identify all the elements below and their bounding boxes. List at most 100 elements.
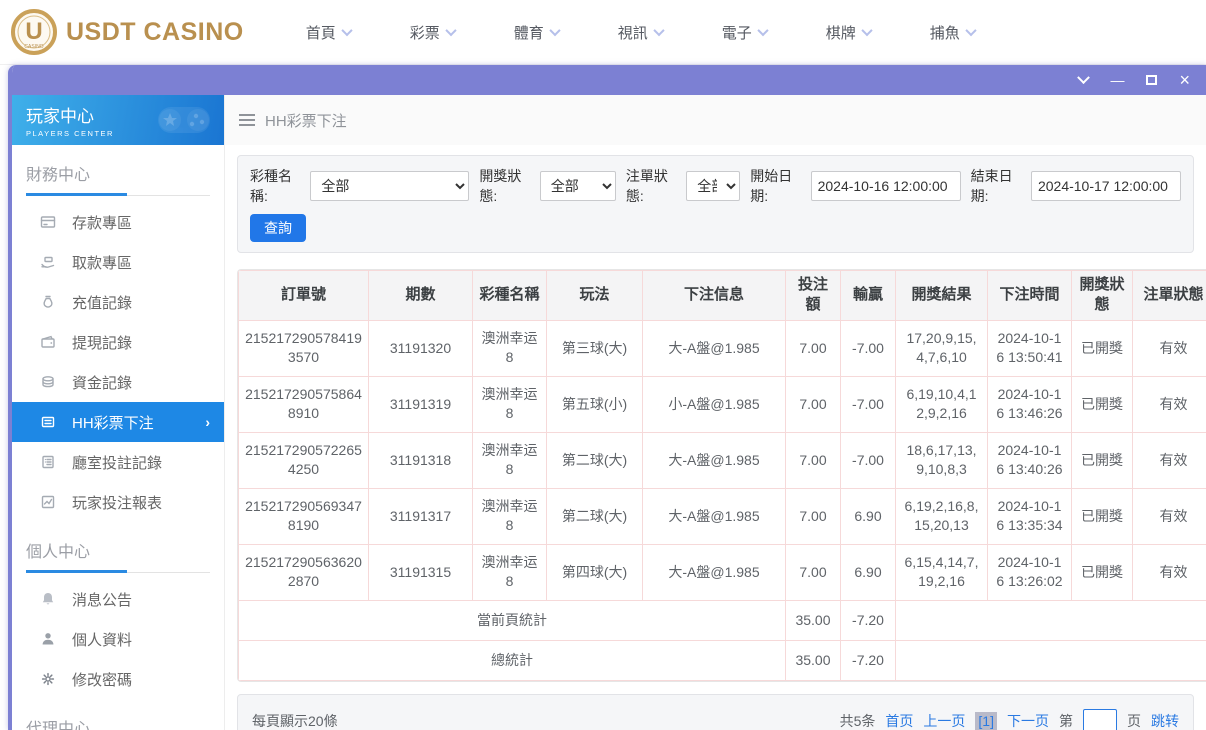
col-bet-time: 下注時間	[987, 270, 1072, 321]
nav-item-sports[interactable]: 體育	[514, 22, 618, 43]
report-chart-icon	[41, 495, 55, 509]
pagination: 共5条 首页 上一页 [1] 下一页 第 页 跳转	[840, 708, 1179, 730]
brand-name: USDT CASINO	[66, 17, 244, 46]
nav-item-home[interactable]: 首頁	[306, 22, 410, 43]
sidebar-item-player-bet-report[interactable]: 玩家投注報表	[12, 482, 224, 522]
nav-label: 棋牌	[825, 24, 856, 42]
chevron-down-icon	[965, 24, 977, 37]
nav-item-live[interactable]: 視訊	[618, 22, 722, 43]
col-winloss: 輸贏	[840, 270, 896, 321]
player-center-window: — × 玩家中心 PLAYERS CENTER 財務中心 存款專區 取款專區 充…	[8, 65, 1206, 730]
bets-table-container: 訂單號 期數 彩種名稱 玩法 下注信息 投注額 輸贏 開獎結果 下注時間 開獎狀…	[237, 269, 1206, 682]
col-draw-result: 開獎結果	[895, 270, 988, 321]
sidebar-item-hh-lottery-bets[interactable]: HH彩票下注 ›	[12, 402, 224, 442]
jump-button[interactable]: 跳转	[1151, 711, 1179, 730]
page-jump-input[interactable]	[1083, 708, 1117, 730]
casino-emblem-icon: U CASINO	[11, 9, 57, 55]
lottery-name-label: 彩種名稱:	[250, 168, 292, 204]
filter-panel: 彩種名稱: 全部 開獎狀態: 全部 注單狀態: 全部 開始日期: 2024-10…	[237, 155, 1194, 253]
sidebar-item-label: HH彩票下注	[72, 414, 154, 432]
chevron-down-icon	[757, 24, 769, 37]
nav-item-cards[interactable]: 棋牌	[826, 22, 930, 43]
sidebar-item-label: 廳室投註記錄	[72, 454, 163, 472]
col-issue: 期數	[368, 270, 473, 321]
start-date-label: 開始日期:	[750, 168, 793, 204]
page-content: 彩種名稱: 全部 開獎狀態: 全部 注單狀態: 全部 開始日期: 2024-10…	[225, 145, 1206, 730]
sidebar-item-label: 取款專區	[72, 254, 133, 272]
sidebar-item-recharge-records[interactable]: 充值記錄	[12, 282, 224, 322]
section-divider	[26, 193, 210, 196]
nav-label: 體育	[513, 24, 544, 42]
sidebar-item-fund-records[interactable]: 資金記錄	[12, 362, 224, 402]
sidebar: 玩家中心 PLAYERS CENTER 財務中心 存款專區 取款專區 充值記錄 …	[12, 95, 225, 730]
table-header-row: 訂單號 期數 彩種名稱 玩法 下注信息 投注額 輸贏 開獎結果 下注時間 開獎狀…	[238, 270, 1206, 321]
search-button[interactable]: 查詢	[250, 214, 306, 242]
gamepad-icon	[158, 107, 210, 133]
window-close-button[interactable]: ×	[1179, 71, 1190, 89]
start-date-input[interactable]	[810, 171, 961, 201]
jump-prefix-label: 第	[1059, 712, 1073, 729]
total-summary-winloss: -7.20	[840, 639, 896, 681]
sidebar-item-label: 消息公告	[72, 591, 133, 609]
sidebar-item-label: 玩家投注報表	[72, 494, 163, 512]
chevron-down-icon	[861, 24, 873, 37]
brand-logo[interactable]: U CASINO USDT CASINO	[10, 8, 244, 56]
hamburger-menu-icon[interactable]	[239, 114, 255, 126]
nav-label: 電子	[721, 24, 752, 42]
coins-icon	[42, 376, 54, 388]
order-status-select[interactable]: 全部	[686, 171, 741, 201]
per-page-label: 每頁顯示20條	[252, 712, 338, 729]
bell-icon	[42, 593, 54, 605]
sidebar-item-deposit[interactable]: 存款專區	[12, 202, 224, 242]
lottery-list-icon	[41, 416, 55, 428]
nav-label: 首頁	[305, 24, 336, 42]
first-page-link[interactable]: 首页	[885, 711, 913, 730]
nav-item-lottery[interactable]: 彩票	[410, 22, 514, 43]
end-date-input[interactable]	[1030, 171, 1181, 201]
window-titlebar: — ×	[12, 65, 1206, 95]
chevron-down-icon	[341, 24, 353, 37]
withdraw-hand-icon	[41, 256, 55, 268]
table-row: 2152172905784193570 31191320 澳洲幸运8 第三球(大…	[238, 319, 1206, 377]
sidebar-item-cashout-records[interactable]: 提現記錄	[12, 322, 224, 362]
person-icon	[42, 633, 54, 645]
page-summary-bet: 35.00	[785, 599, 841, 641]
table-row: 2152172905636202870 31191315 澳洲幸运8 第四球(大…	[238, 543, 1206, 601]
nav-item-slots[interactable]: 電子	[722, 22, 826, 43]
nav-item-fishing[interactable]: 捕魚	[930, 22, 1034, 43]
svg-text:CASINO: CASINO	[24, 44, 43, 50]
chevron-down-icon	[549, 24, 561, 37]
section-divider	[26, 570, 210, 573]
chevron-down-icon	[653, 24, 665, 37]
clipboard-list-icon	[42, 455, 54, 469]
page-summary-winloss: -7.20	[840, 599, 896, 641]
col-play: 玩法	[546, 270, 643, 321]
sidebar-item-label: 充值記錄	[72, 294, 133, 312]
col-draw-status: 開獎狀態	[1071, 270, 1133, 321]
window-collapse-button[interactable]	[1077, 70, 1091, 88]
col-bet-amount: 投注額	[785, 270, 841, 321]
col-order-status: 注單狀態	[1132, 270, 1206, 321]
sidebar-item-room-bet-records[interactable]: 廳室投註記錄	[12, 442, 224, 482]
draw-status-select[interactable]: 全部	[539, 171, 616, 201]
draw-status-label: 開獎狀態:	[479, 168, 522, 204]
col-order-no: 訂單號	[238, 270, 369, 321]
col-lottery: 彩種名稱	[472, 270, 547, 321]
maximize-icon	[1146, 75, 1158, 85]
next-page-link[interactable]: 下一页	[1007, 711, 1049, 730]
window-minimize-button[interactable]: —	[1110, 72, 1124, 88]
page-header: HH彩票下注	[225, 95, 1206, 145]
sidebar-section-personal: 個人中心	[26, 544, 91, 561]
lottery-name-select[interactable]: 全部	[310, 171, 470, 201]
chevron-down-icon	[1077, 70, 1091, 84]
sidebar-section-agent: 代理中心	[26, 721, 91, 730]
bets-table: 訂單號 期數 彩種名稱 玩法 下注信息 投注額 輸贏 開獎結果 下注時間 開獎狀…	[238, 270, 1206, 681]
window-maximize-button[interactable]	[1146, 72, 1158, 88]
sidebar-item-profile[interactable]: 個人資料	[12, 619, 224, 659]
sidebar-item-announcements[interactable]: 消息公告	[12, 579, 224, 619]
prev-page-link[interactable]: 上一页	[923, 711, 965, 730]
money-bag-icon	[43, 295, 53, 308]
page-summary-label: 當前頁統計	[238, 599, 786, 641]
sidebar-item-change-password[interactable]: 修改密碼	[12, 659, 224, 699]
sidebar-item-withdraw[interactable]: 取款專區	[12, 242, 224, 282]
